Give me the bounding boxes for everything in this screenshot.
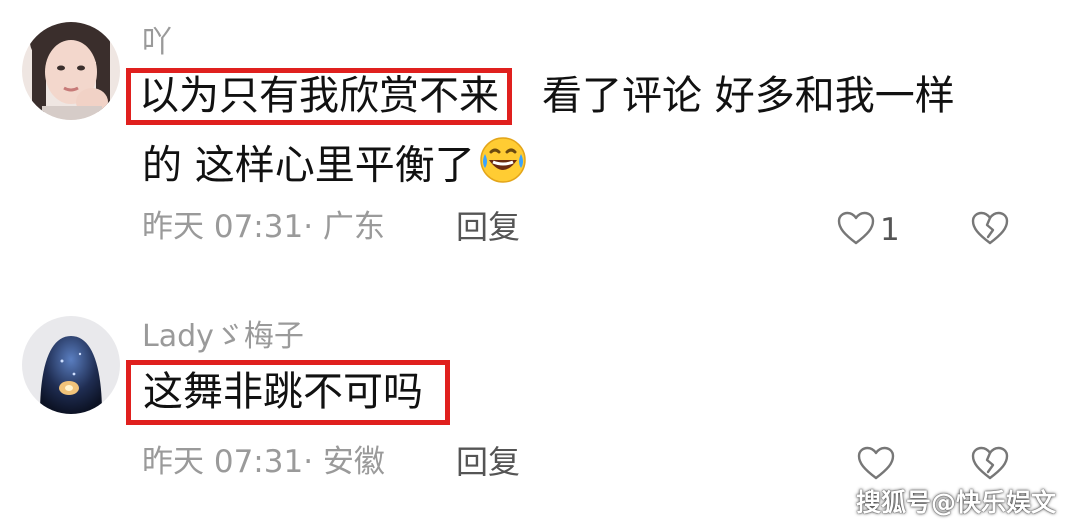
watermark: 搜狐号@快乐娱文	[855, 488, 1056, 517]
avatar[interactable]	[22, 316, 120, 414]
heart-icon	[856, 445, 896, 485]
like-button[interactable]	[856, 445, 896, 485]
reply-button[interactable]: 回复	[456, 446, 520, 478]
comment-item: Ladyゞ梅子 这舞非跳不可吗 昨天 07:31· 安徽 回复	[0, 0, 1078, 527]
highlighted-text: 这舞非跳不可吗	[126, 360, 450, 425]
comment-meta: 昨天 07:31· 安徽	[142, 444, 385, 480]
username[interactable]: Ladyゞ梅子	[142, 322, 304, 352]
dislike-button[interactable]	[970, 445, 1010, 485]
comment-text-line1: 这舞非跳不可吗	[126, 360, 450, 425]
comment-section: 吖 以为只有我欣赏不来 看了评论 好多和我一样 的 这样心里平衡了 昨天 07:3…	[0, 0, 1078, 527]
broken-heart-icon	[970, 446, 1010, 485]
